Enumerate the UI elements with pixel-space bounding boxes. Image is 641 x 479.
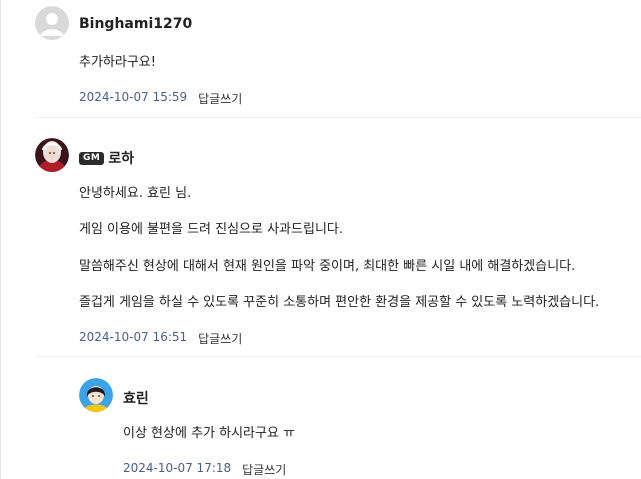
author-name: 효린 <box>123 391 149 407</box>
comment-author[interactable]: GM 로하 <box>79 148 134 168</box>
reply-button[interactable]: 답글쓰기 <box>242 461 286 478</box>
comment-meta: 2024-10-07 17:18 답글쓰기 <box>123 461 286 478</box>
reply-button[interactable]: 답글쓰기 <box>198 90 242 107</box>
comment-author[interactable]: 효린 <box>123 388 149 408</box>
comment-timestamp: 2024-10-07 16:51 <box>79 330 188 344</box>
comment-meta: 2024-10-07 15:59 답글쓰기 <box>79 90 242 107</box>
comment-author[interactable]: Binghami1270 <box>79 16 192 32</box>
divider <box>35 117 641 118</box>
comment-timestamp: 2024-10-07 17:18 <box>123 461 232 475</box>
default-avatar-icon[interactable] <box>35 6 69 40</box>
divider <box>35 356 641 357</box>
comment-text-line: 말씀해주신 현상에 대해서 현재 원인을 파악 중이며, 최대한 빠른 시일 내… <box>79 259 576 274</box>
author-name: Binghami1270 <box>79 16 193 32</box>
author-name: 로하 <box>108 151 135 167</box>
comment-text: 추가하라구요! <box>79 55 156 70</box>
comment-text-line: 즐겁게 게임을 하실 수 있도록 꾸준히 소통하며 편안한 환경을 제공할 수 … <box>79 295 600 310</box>
comment-timestamp: 2024-10-07 15:59 <box>79 90 188 104</box>
reply-button[interactable]: 답글쓰기 <box>198 330 242 347</box>
gm-badge: GM <box>79 151 105 165</box>
gm-avatar[interactable] <box>35 138 69 172</box>
comment-text-line: 게임 이용에 불편을 드려 진심으로 사과드립니다. <box>79 222 343 237</box>
comment-text: 이상 현상에 추가 하시라구요 ㅠ <box>123 426 296 441</box>
comment-list: Binghami1270 추가하라구요! 2024-10-07 15:59 답글… <box>0 0 641 479</box>
comment-meta: 2024-10-07 16:51 답글쓰기 <box>79 330 242 347</box>
comment-text-line: 안녕하세요. 효린 님. <box>79 186 192 201</box>
user-avatar[interactable] <box>79 378 113 412</box>
